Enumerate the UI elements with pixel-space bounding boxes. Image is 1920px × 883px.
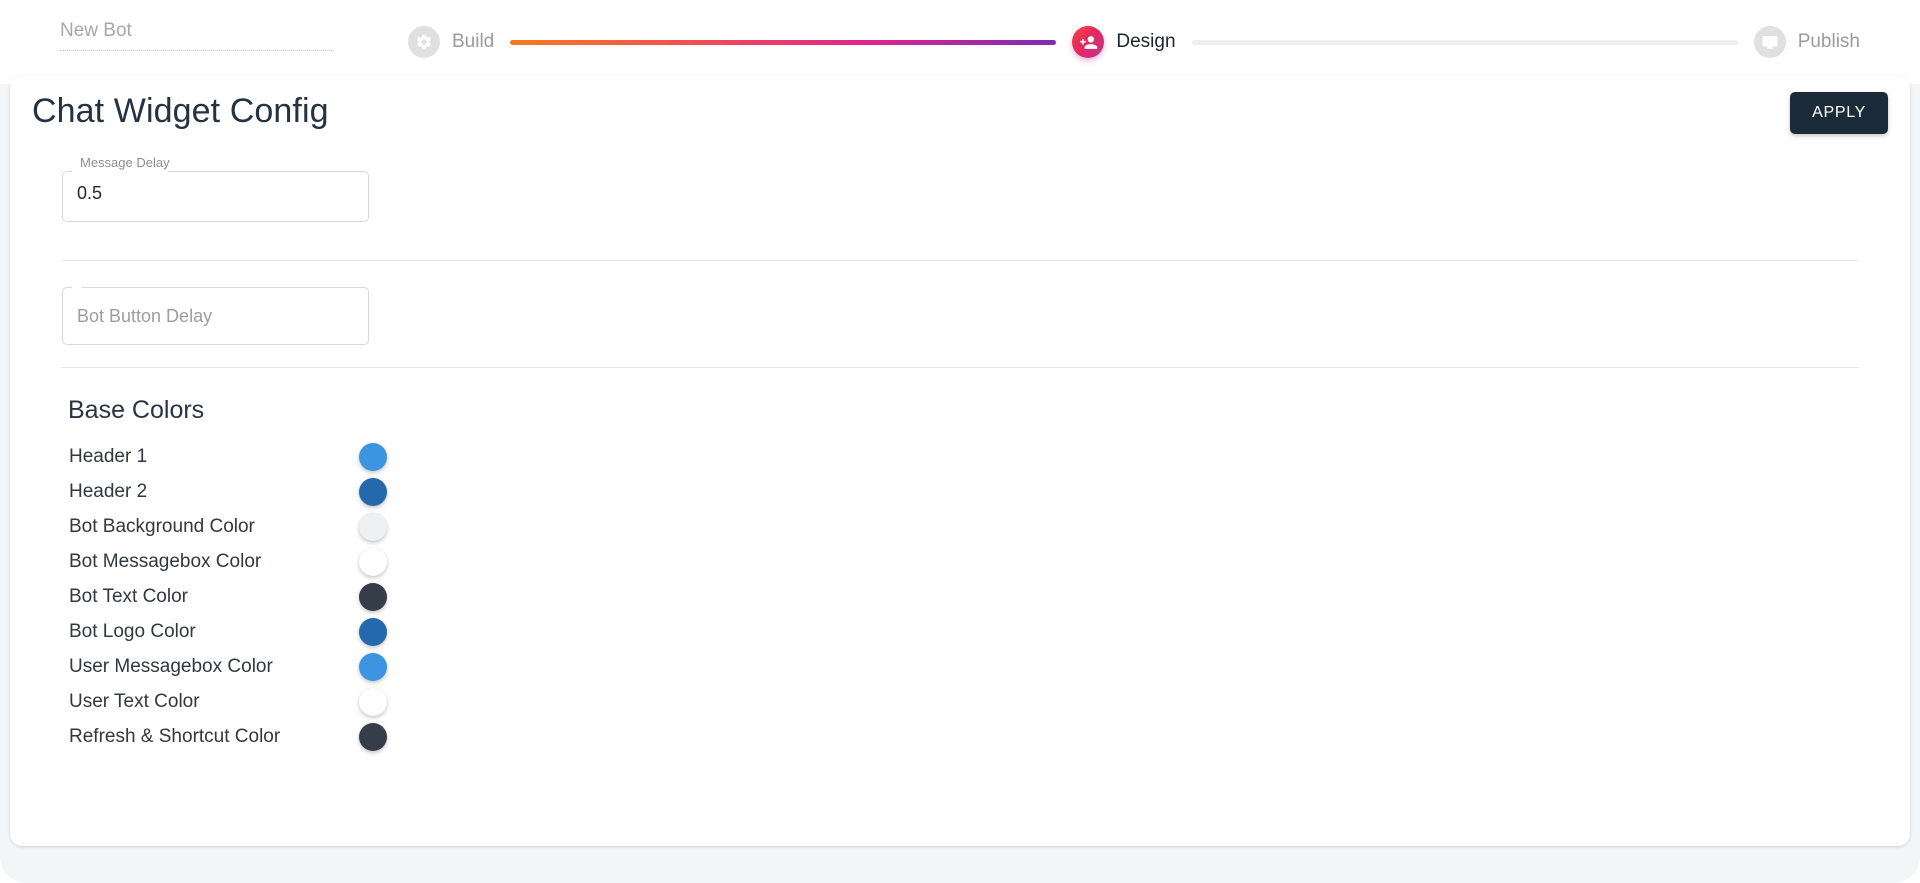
color-swatch[interactable] (359, 617, 387, 646)
color-swatch[interactable] (359, 442, 387, 471)
stepper-step-design[interactable]: Design (1072, 26, 1176, 58)
card-header: Chat Widget Config APPLY (10, 76, 1910, 164)
bot-name-field (60, 18, 332, 51)
color-row: Bot Text Color (10, 579, 1910, 614)
color-row-label: Bot Logo Color (69, 620, 196, 642)
color-swatch[interactable] (359, 722, 387, 751)
color-row-label: User Text Color (69, 690, 200, 712)
color-row: User Messagebox Color (10, 649, 1910, 684)
color-row-label: Bot Messagebox Color (69, 550, 262, 572)
color-row-label: Refresh & Shortcut Color (69, 725, 281, 747)
color-row: Refresh & Shortcut Color (10, 719, 1910, 754)
stepper-connector-2 (1191, 39, 1738, 45)
color-swatch[interactable] (359, 687, 387, 716)
top-bar: Build Design (0, 0, 1920, 84)
message-delay-input[interactable] (62, 164, 369, 222)
bot-button-delay-input[interactable] (62, 287, 369, 345)
bot-name-underline (60, 50, 332, 51)
bot-name-input[interactable] (60, 18, 332, 50)
color-swatch[interactable] (359, 477, 387, 506)
color-row: Header 1 (10, 439, 1910, 474)
color-row: Bot Background Color (10, 509, 1910, 544)
group-add-icon (1072, 26, 1105, 58)
divider-2 (62, 367, 1858, 368)
color-row: Bot Messagebox Color (10, 544, 1910, 579)
monitor-icon (1753, 26, 1786, 58)
stepper-step-build[interactable]: Build (408, 26, 494, 58)
color-row: Header 2 (10, 474, 1910, 509)
bot-button-delay-field-block (62, 287, 1910, 345)
stepper-step-publish[interactable]: Publish (1753, 26, 1861, 58)
stepper-label-publish: Publish (1797, 31, 1861, 52)
color-row-label: Bot Text Color (69, 585, 188, 607)
stepper-label-design: Design (1116, 31, 1176, 52)
stepper-label-build: Build (452, 31, 495, 52)
color-row-label: Header 2 (69, 480, 148, 502)
color-row-label: User Messagebox Color (69, 655, 273, 677)
stepper: Build Design Publish (408, 0, 1860, 84)
color-row-label: Bot Background Color (69, 515, 255, 537)
app-window: Build Design (0, 0, 1920, 883)
color-row: Bot Logo Color (10, 614, 1910, 649)
base-colors-title: Base Colors (68, 396, 205, 424)
color-swatch[interactable] (359, 582, 387, 611)
color-swatch[interactable] (359, 512, 387, 541)
color-row-label: Header 1 (69, 445, 148, 467)
gear-icon (408, 26, 440, 58)
apply-button[interactable]: APPLY (1790, 92, 1888, 134)
page-title: Chat Widget Config (32, 92, 329, 130)
color-swatch[interactable] (359, 547, 387, 576)
bot-button-delay-field[interactable] (62, 287, 369, 345)
message-delay-field-block: Message Delay Message Delay (62, 155, 1910, 222)
message-delay-field[interactable]: Message Delay Message Delay (62, 155, 369, 222)
color-row: User Text Color (10, 684, 1910, 719)
stepper-connector-1 (510, 39, 1057, 45)
main-card: Chat Widget Config APPLY Message Delay M… (10, 76, 1910, 846)
base-colors-list: Header 1 Header 2 Bot Background Color Bot … (10, 439, 1910, 754)
color-swatch[interactable] (359, 652, 387, 681)
